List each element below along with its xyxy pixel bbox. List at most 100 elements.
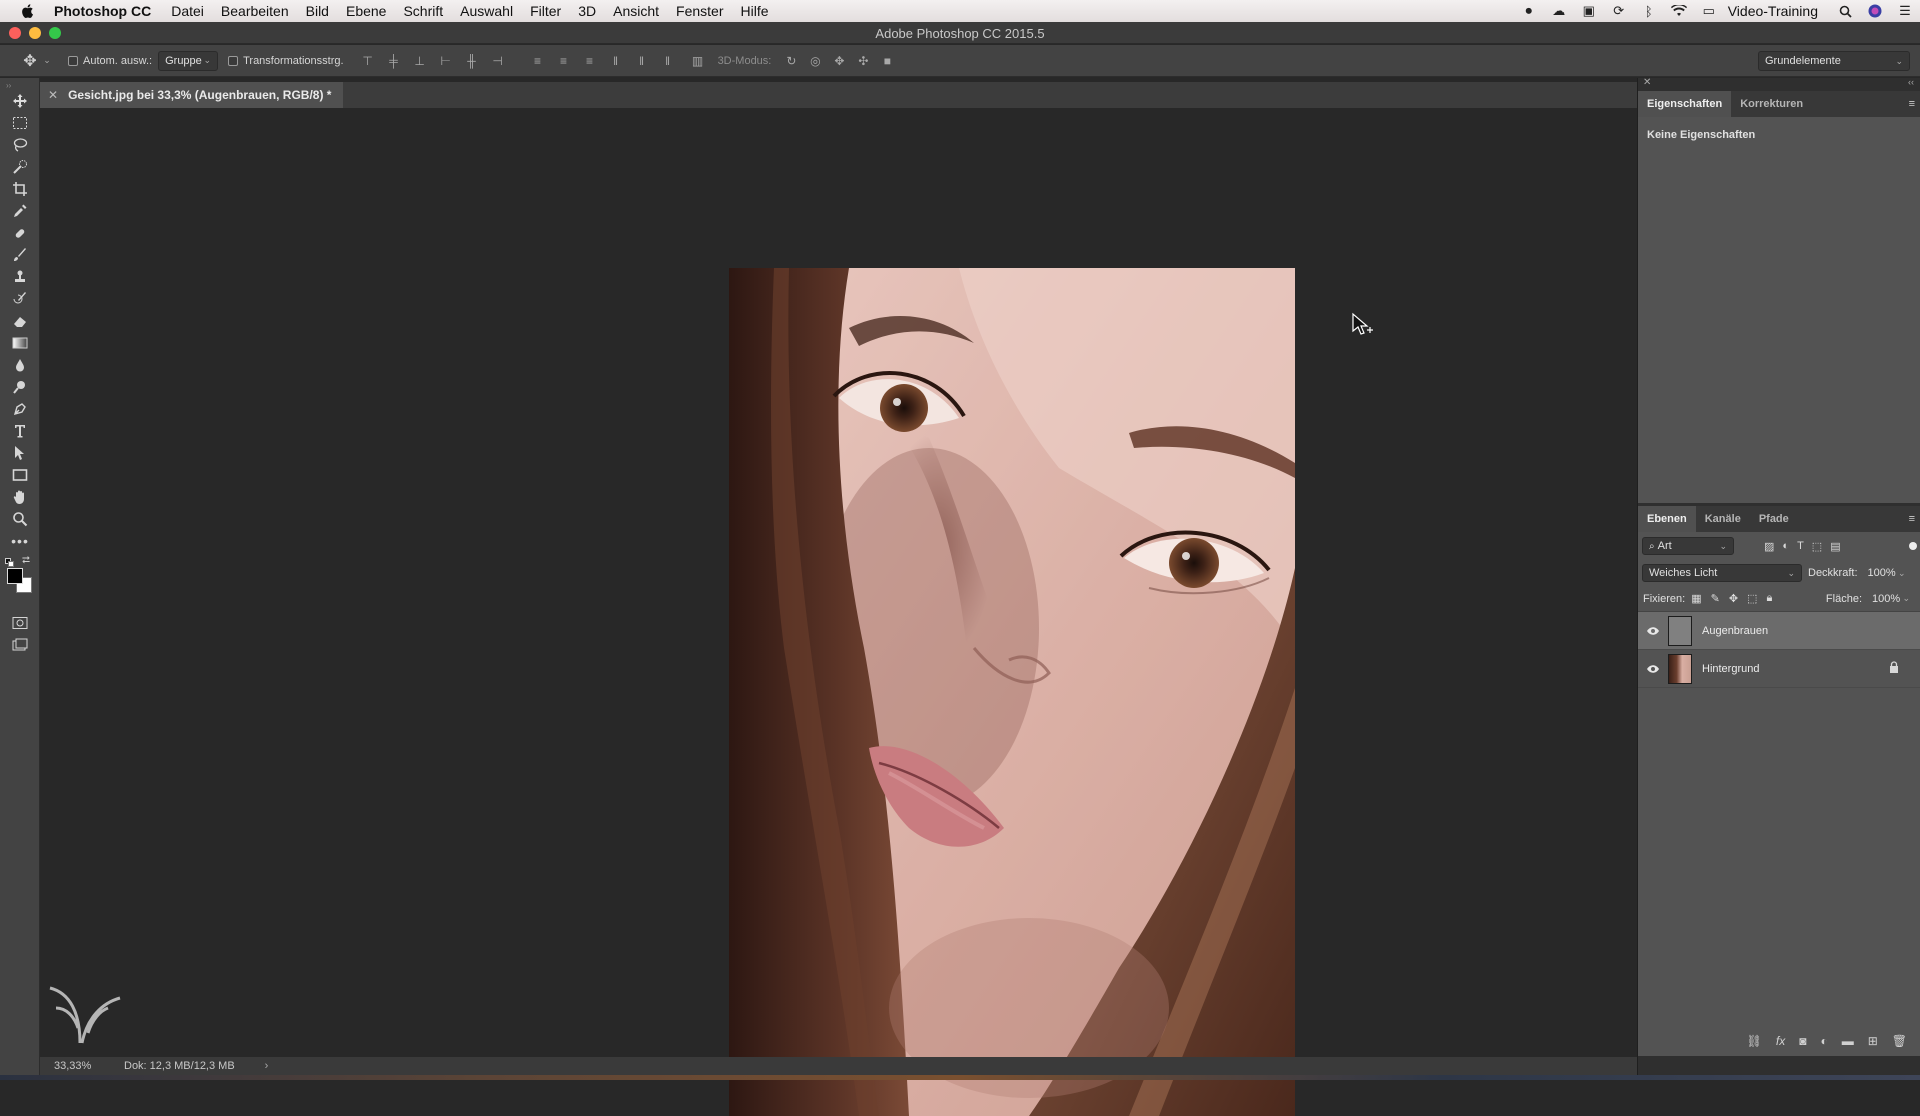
3d-roll-icon[interactable]: ◎ — [805, 51, 825, 71]
lock-image-icon[interactable]: ✎ — [1711, 592, 1720, 605]
distribute-bottom-icon[interactable]: ≡ — [580, 51, 600, 71]
menu-schrift[interactable]: Schrift — [403, 3, 443, 19]
panel-collapse-icon[interactable]: ✕ — [1643, 77, 1651, 88]
layer-style-icon[interactable]: fx — [1776, 1034, 1785, 1048]
eyedropper-tool-icon[interactable] — [8, 200, 32, 222]
lock-position-icon[interactable]: ✥ — [1729, 592, 1738, 605]
document-tab[interactable]: ✕ Gesicht.jpg bei 33,3% (Augenbrauen, RG… — [40, 82, 344, 108]
auto-select-dropdown[interactable]: Gruppe ⌄ — [158, 50, 219, 71]
tab-eigenschaften[interactable]: Eigenschaften — [1638, 91, 1732, 117]
screen-mode-icon[interactable] — [8, 634, 32, 656]
default-colors-icon[interactable] — [5, 558, 14, 567]
healing-brush-tool-icon[interactable] — [8, 222, 32, 244]
distribute-vertical-center-icon[interactable]: ≡ — [554, 51, 574, 71]
clone-stamp-tool-icon[interactable] — [8, 266, 32, 288]
menu-hilfe[interactable]: Hilfe — [741, 3, 769, 19]
brush-tool-icon[interactable] — [8, 244, 32, 266]
tab-pfade[interactable]: Pfade — [1750, 506, 1798, 532]
dodge-tool-icon[interactable] — [8, 376, 32, 398]
eraser-tool-icon[interactable] — [8, 310, 32, 332]
menu-filter[interactable]: Filter — [530, 3, 561, 19]
tab-korrekturen[interactable]: Korrekturen — [1731, 91, 1812, 117]
link-layers-icon[interactable]: ⛓ — [1747, 1034, 1762, 1048]
crop-tool-icon[interactable] — [8, 178, 32, 200]
siri-icon[interactable] — [1867, 4, 1883, 18]
3d-scale-icon[interactable]: ■ — [877, 51, 897, 71]
menu-ansicht[interactable]: Ansicht — [613, 3, 659, 19]
move-tool-icon[interactable] — [8, 90, 32, 112]
zoom-level[interactable]: 33,33% — [54, 1060, 124, 1072]
auto-select-checkbox[interactable] — [68, 55, 78, 66]
portrait-photo[interactable] — [729, 268, 1295, 1116]
menu-ebene[interactable]: Ebene — [346, 3, 386, 19]
user-name[interactable]: Video-Training — [1728, 3, 1818, 19]
layer-row[interactable]: Hintergrund — [1638, 650, 1920, 688]
panel-menu-icon[interactable]: ≡ — [1909, 98, 1915, 110]
distribute-top-icon[interactable]: ≡ — [528, 51, 548, 71]
menu-3d[interactable]: 3D — [578, 3, 596, 19]
spotlight-search-icon[interactable] — [1837, 4, 1853, 18]
airplay-icon[interactable]: ▭ — [1701, 3, 1717, 18]
quick-selection-tool-icon[interactable] — [8, 156, 32, 178]
layer-row[interactable]: Augenbrauen — [1638, 612, 1920, 650]
filter-adjustment-icon[interactable]: ◐ — [1782, 540, 1789, 553]
align-right-icon[interactable]: ⊣ — [488, 51, 508, 71]
move-tool-preset-icon[interactable]: ✥ — [18, 51, 42, 71]
align-vertical-center-icon[interactable]: ╪ — [384, 51, 404, 71]
3d-pan-icon[interactable]: ✥ — [829, 51, 849, 71]
distribute-right-icon[interactable]: ‖ — [658, 51, 678, 71]
lock-transparent-icon[interactable]: ▦ — [1691, 592, 1701, 605]
tab-kanaele[interactable]: Kanäle — [1696, 506, 1750, 532]
swap-colors-icon[interactable]: ⮂ — [22, 555, 30, 566]
menu-auswahl[interactable]: Auswahl — [460, 3, 513, 19]
align-bottom-icon[interactable]: ⊥ — [410, 51, 430, 71]
cast-icon[interactable]: ▣ — [1581, 3, 1597, 18]
lasso-tool-icon[interactable] — [8, 134, 32, 156]
menu-fenster[interactable]: Fenster — [676, 3, 723, 19]
delete-layer-icon[interactable]: 🗑︎ — [1892, 1034, 1907, 1048]
filter-smartobject-icon[interactable]: ▤ — [1830, 540, 1840, 553]
toolbar-grip[interactable]: ›› — [6, 81, 11, 90]
wifi-icon[interactable] — [1670, 4, 1687, 18]
new-group-icon[interactable]: ▬ — [1842, 1034, 1854, 1048]
sync-icon[interactable]: ⟳ — [1611, 3, 1627, 18]
gradient-tool-icon[interactable] — [8, 332, 32, 354]
align-top-icon[interactable]: ⊤ — [358, 51, 378, 71]
blend-mode-dropdown[interactable]: Weiches Licht ⌄ — [1642, 564, 1802, 582]
status-arrow-icon[interactable]: › — [265, 1060, 269, 1072]
close-document-icon[interactable]: ✕ — [48, 88, 58, 102]
menu-datei[interactable]: Datei — [171, 3, 204, 19]
more-tools-icon[interactable]: ••• — [8, 530, 32, 552]
fill-field[interactable]: 100% ⌄ — [1866, 590, 1916, 608]
transform-controls-checkbox[interactable] — [228, 55, 239, 66]
add-mask-icon[interactable]: ◙ — [1799, 1034, 1806, 1048]
panel-expand-icon[interactable]: ‹‹ — [1908, 77, 1914, 87]
filter-type-icon[interactable]: T — [1797, 540, 1804, 553]
cloud-icon[interactable]: ☁ — [1551, 3, 1567, 18]
blur-tool-icon[interactable] — [8, 354, 32, 376]
type-tool-icon[interactable] — [8, 420, 32, 442]
apple-icon[interactable] — [20, 3, 36, 19]
filter-shape-icon[interactable]: ⬚ — [1812, 540, 1822, 553]
eye-icon[interactable] — [1638, 626, 1668, 636]
rectangle-tool-icon[interactable] — [8, 464, 32, 486]
eye-icon[interactable] — [1638, 664, 1668, 674]
filter-pixel-icon[interactable]: ▨ — [1764, 540, 1774, 553]
layer-filter-dropdown[interactable]: ⌕ Art ⌄ — [1642, 537, 1734, 555]
zoom-tool-icon[interactable] — [8, 508, 32, 530]
workspace-dropdown[interactable]: Grundelemente ⌄ — [1758, 51, 1910, 71]
menu-bearbeiten[interactable]: Bearbeiten — [221, 3, 289, 19]
record-icon[interactable]: ⏺ — [1521, 3, 1537, 18]
foreground-color-swatch[interactable] — [7, 568, 23, 584]
marquee-tool-icon[interactable] — [8, 112, 32, 134]
lock-all-icon[interactable]: 🔒︎ — [1766, 592, 1772, 605]
opacity-field[interactable]: 100% ⌄ — [1862, 564, 1912, 582]
quick-mask-icon[interactable] — [8, 612, 32, 634]
tab-ebenen[interactable]: Ebenen — [1638, 506, 1696, 532]
align-left-icon[interactable]: ⊢ — [436, 51, 456, 71]
adjustment-layer-icon[interactable]: ◐ — [1820, 1034, 1827, 1048]
pen-tool-icon[interactable] — [8, 398, 32, 420]
auto-align-layers-icon[interactable]: ▥ — [688, 51, 708, 71]
chevron-down-icon[interactable]: ⌄ — [42, 51, 52, 71]
panel-menu-icon[interactable]: ≡ — [1909, 513, 1915, 525]
